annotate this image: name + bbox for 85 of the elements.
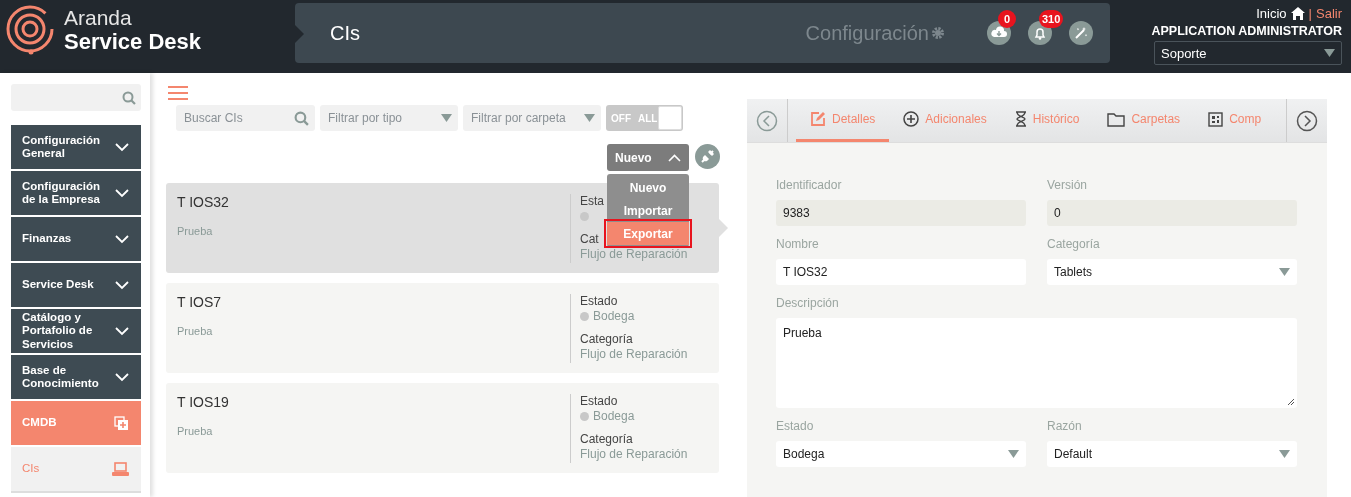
category-label: Categoría xyxy=(580,332,633,347)
field-label: Categoría xyxy=(1047,237,1101,251)
user-name: APPLICATION ADMINISTRATOR xyxy=(1151,24,1342,38)
caret-down-icon xyxy=(1279,450,1290,458)
sidebar-item[interactable]: Catálogo y Portafolio de Servicios xyxy=(11,309,141,355)
project-select[interactable]: Soporte xyxy=(1154,41,1342,65)
status-label: Esta xyxy=(580,194,604,209)
category-value: Flujo de Reparación xyxy=(580,447,688,462)
pointer-notch xyxy=(295,25,304,43)
status-value: Bodega xyxy=(593,409,635,424)
laptop-icon xyxy=(112,461,129,477)
search-field[interactable] xyxy=(11,84,141,111)
chevron-down-icon xyxy=(115,188,129,198)
page-title: CIs xyxy=(330,21,361,45)
ci-description: Prueba xyxy=(177,325,214,337)
chevron-down-icon xyxy=(115,280,129,290)
caret-down-icon xyxy=(584,114,595,122)
selection-pointer xyxy=(719,219,728,237)
chevron-up-icon xyxy=(668,153,681,162)
magic-wand-icon[interactable] xyxy=(1069,21,1093,45)
caret-down-icon xyxy=(1279,268,1290,276)
logout-link[interactable]: Salir xyxy=(1316,6,1342,21)
grid-icon xyxy=(1208,111,1224,127)
status-label: Estado xyxy=(580,294,618,309)
status-dot xyxy=(580,212,589,221)
input-field[interactable]: 0 xyxy=(1047,200,1297,226)
folder-icon xyxy=(1107,111,1126,127)
field-label: Estado xyxy=(776,419,815,433)
status-dot xyxy=(580,412,589,421)
text-area[interactable]: Prueba xyxy=(776,318,1297,408)
count-badge: 0 xyxy=(998,10,1016,28)
sidebar-item[interactable]: Configuración de la Empresa xyxy=(11,171,141,217)
separator: | xyxy=(1308,6,1312,21)
hourglass-icon xyxy=(1014,111,1027,127)
product-name: Service Desk xyxy=(64,31,201,53)
copy-plus-icon xyxy=(114,415,129,431)
ci-name: T IOS7 xyxy=(177,294,223,310)
field-label: Identificador xyxy=(776,178,843,192)
brand-name: Aranda xyxy=(64,7,133,28)
ci-description: Prueba xyxy=(177,225,214,237)
field-label: Nombre xyxy=(776,237,820,251)
search-icon xyxy=(122,90,136,105)
home-icon[interactable] xyxy=(1290,7,1305,20)
sidebar-item[interactable]: Configuración General xyxy=(11,125,141,171)
caret-down-icon xyxy=(1008,450,1019,458)
sidebar-item[interactable]: Finanzas xyxy=(11,217,141,263)
ci-card[interactable]: T IOS7 Prueba Estado Bodega Categoría Flujo de Reparación xyxy=(166,283,719,373)
logo-icon xyxy=(4,4,56,56)
new-dropdown-button[interactable]: Nuevo xyxy=(607,144,689,171)
chevron-down-icon xyxy=(115,234,129,244)
bell-icon[interactable] xyxy=(1028,21,1052,45)
caret-down-icon xyxy=(1324,49,1335,57)
ci-description: Prueba xyxy=(177,425,214,437)
ci-card[interactable]: T IOS19 Prueba Estado Bodega Categoría Flujo de Reparación xyxy=(166,383,719,473)
ci-name: T IOS32 xyxy=(177,194,230,210)
input-field[interactable]: 9383 xyxy=(776,200,1026,226)
category-value: Flujo de Reparación xyxy=(580,247,688,262)
home-link[interactable]: Inicio xyxy=(1256,6,1287,21)
search-icon xyxy=(294,110,309,126)
plug-icon[interactable] xyxy=(695,144,720,169)
field-label: Razón xyxy=(1047,419,1083,433)
edit-icon xyxy=(810,111,826,127)
status-dot xyxy=(580,312,589,321)
field-label: Descripción xyxy=(776,296,840,310)
status-value: Bodega xyxy=(593,309,635,324)
select-field[interactable]: Default xyxy=(1047,441,1297,467)
category-value: Flujo de Reparación xyxy=(580,347,688,362)
count-badge: 310 xyxy=(1039,10,1064,28)
chevron-down-icon xyxy=(115,372,129,382)
chevron-down-icon xyxy=(115,142,129,152)
add-circle-icon xyxy=(903,111,920,127)
sidebar-item[interactable]: Service Desk xyxy=(11,263,141,309)
select-field[interactable]: Bodega xyxy=(776,441,1026,467)
status-label: Estado xyxy=(580,394,618,409)
resize-icon[interactable] xyxy=(1287,398,1295,406)
select-field[interactable]: Tablets xyxy=(1047,259,1297,285)
gear-icon xyxy=(931,26,945,40)
category-label: Categoría xyxy=(580,432,633,447)
category-label: Cat xyxy=(580,232,599,247)
chevron-down-icon xyxy=(115,326,129,336)
caret-down-icon xyxy=(441,114,452,122)
sidebar-item[interactable]: Base de Conocimiento xyxy=(11,355,141,401)
ci-name: T IOS19 xyxy=(177,394,230,410)
field-label: Versión xyxy=(1047,178,1089,192)
input-field[interactable]: T IOS32 xyxy=(776,259,1026,285)
